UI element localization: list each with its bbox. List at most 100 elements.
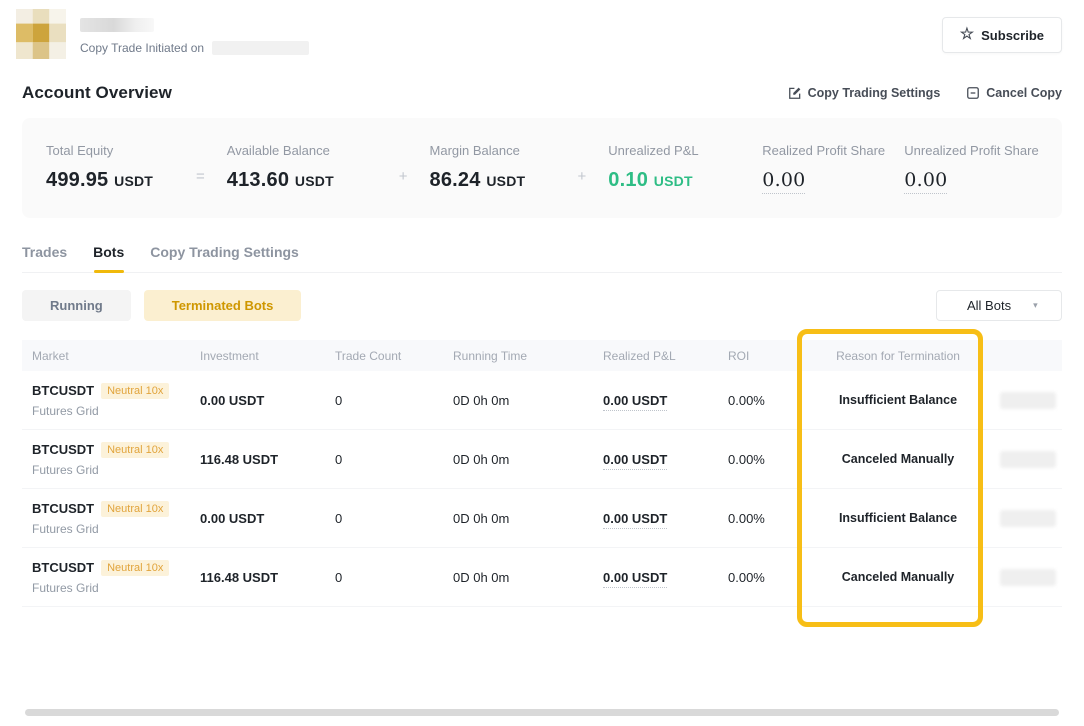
roi-cell: 0.00% [728,511,808,526]
trader-name-blurred [80,18,154,32]
termination-reason-cell: Canceled Manually [808,452,988,466]
roi-cell: 0.00% [728,393,808,408]
blurred-action-link[interactable] [1000,392,1056,409]
copy-trading-page: Copy Trade Initiated on ☆ Subscribe Acco… [0,0,1084,607]
stat-realized-profit-share: Realized Profit Share 0.00 [762,143,904,191]
pair-symbol: BTCUSDT [32,442,94,457]
cancel-copy-label: Cancel Copy [986,86,1062,100]
trader-meta: Copy Trade Initiated on [80,9,309,55]
market-type: Futures Grid [32,404,200,418]
running-time-cell: 0D 0h 0m [453,393,603,408]
realized-pnl-cell: 0.00 USDT [603,570,728,585]
copy-trade-initiated-label: Copy Trade Initiated on [80,41,204,55]
realized-pnl-cell: 0.00 USDT [603,452,728,467]
section-tabs: Trades Bots Copy Trading Settings [22,244,1062,273]
trade-count-cell: 0 [335,393,453,408]
column-trade-count: Trade Count [335,349,453,363]
market-type: Futures Grid [32,522,200,536]
market-cell: BTCUSDT Neutral 10x Futures Grid [22,442,200,477]
copy-trading-settings-label: Copy Trading Settings [808,86,941,100]
unrealized-profit-share-value[interactable]: 0.00 [904,169,947,194]
action-cell [988,451,1062,468]
tab-copy-trading-settings[interactable]: Copy Trading Settings [150,244,299,272]
trader-avatar-blurred [16,9,66,59]
running-time-cell: 0D 0h 0m [453,570,603,585]
market-cell: BTCUSDT Neutral 10x Futures Grid [22,560,200,595]
overview-header-row: Account Overview Copy Trading Settings C… [22,83,1062,103]
investment-cell: 116.48 USDT [200,570,335,585]
realized-profit-share-value[interactable]: 0.00 [762,169,805,194]
table-row: BTCUSDT Neutral 10x Futures Grid 116.48 U… [22,548,1062,607]
roi-cell: 0.00% [728,452,808,467]
termination-reason-cell: Insufficient Balance [808,393,988,407]
leverage-badge: Neutral 10x [101,442,169,458]
market-type: Futures Grid [32,463,200,477]
stat-unrealized-pnl: Unrealized P&L 0.10 USDT [608,143,726,192]
investment-cell: 0.00 USDT [200,393,335,408]
leverage-badge: Neutral 10x [101,383,169,399]
column-reason-for-termination: Reason for Termination [808,349,988,363]
minus-square-icon [966,86,980,100]
running-time-cell: 0D 0h 0m [453,511,603,526]
pair-symbol: BTCUSDT [32,560,94,575]
market-type: Futures Grid [32,581,200,595]
initiated-date-blurred [212,41,309,55]
investment-cell: 116.48 USDT [200,452,335,467]
subscribe-label: Subscribe [981,28,1044,43]
blurred-action-link[interactable] [1000,510,1056,527]
table-row: BTCUSDT Neutral 10x Futures Grid 116.48 U… [22,430,1062,489]
leverage-badge: Neutral 10x [101,560,169,576]
tab-trades[interactable]: Trades [22,244,67,272]
edit-icon [788,86,802,100]
stat-total-equity: Total Equity 499.95 USDT [46,143,174,192]
terminated-bots-filter-button[interactable]: Terminated Bots [144,290,302,321]
investment-cell: 0.00 USDT [200,511,335,526]
blurred-action-link[interactable] [1000,569,1056,586]
cancel-copy-button[interactable]: Cancel Copy [966,86,1062,100]
stat-margin-balance: Margin Balance 86.24 USDT [430,143,556,192]
realized-pnl-cell: 0.00 USDT [603,393,728,408]
bot-type-dropdown-value: All Bots [967,298,1011,313]
running-filter-button[interactable]: Running [22,290,131,321]
column-investment: Investment [200,349,335,363]
market-cell: BTCUSDTNeutral 10x Futures Grid [22,383,200,418]
page-title: Account Overview [22,83,172,103]
roi-cell: 0.00% [728,570,808,585]
column-market: Market [22,349,200,363]
trade-count-cell: 0 [335,452,453,467]
column-running-time: Running Time [453,349,603,363]
tab-bots[interactable]: Bots [93,244,124,272]
plus-operator: + [399,168,408,185]
running-time-cell: 0D 0h 0m [453,452,603,467]
copy-trading-settings-button[interactable]: Copy Trading Settings [788,86,941,100]
trade-count-cell: 0 [335,570,453,585]
termination-reason-cell: Canceled Manually [808,570,988,584]
leverage-badge: Neutral 10x [101,501,169,517]
bot-type-dropdown[interactable]: All Bots ▾ [936,290,1062,321]
trader-header: Copy Trade Initiated on ☆ Subscribe [22,0,1062,59]
stat-unrealized-profit-share: Unrealized Profit Share 0.00 [904,143,1046,191]
chevron-down-icon: ▾ [1033,300,1038,311]
table-row: BTCUSDT Neutral 10x Futures Grid 0.00 USD… [22,489,1062,548]
plus-operator: + [578,168,587,185]
equals-operator: = [196,168,205,185]
terminated-bots-table: Market Investment Trade Count Running Ti… [22,340,1062,607]
horizontal-scrollbar[interactable] [25,709,1059,716]
realized-pnl-cell: 0.00 USDT [603,511,728,526]
account-stats-bar: Total Equity 499.95 USDT = Available Bal… [22,118,1062,218]
table-header-row: Market Investment Trade Count Running Ti… [22,340,1062,371]
subscribe-button[interactable]: ☆ Subscribe [942,17,1062,53]
table-row: BTCUSDTNeutral 10x Futures Grid 0.00 USD… [22,371,1062,430]
market-cell: BTCUSDT Neutral 10x Futures Grid [22,501,200,536]
trade-count-cell: 0 [335,511,453,526]
column-realized-pnl: Realized P&L [603,349,728,363]
action-cell [988,392,1062,409]
stat-available-balance: Available Balance 413.60 USDT [227,143,377,192]
action-cell [988,569,1062,586]
action-cell [988,510,1062,527]
star-icon: ☆ [960,27,974,43]
blurred-action-link[interactable] [1000,451,1056,468]
bots-filter-row: Running Terminated Bots All Bots ▾ [22,290,1062,321]
termination-reason-cell: Insufficient Balance [808,511,988,525]
pair-symbol: BTCUSDT [32,501,94,516]
